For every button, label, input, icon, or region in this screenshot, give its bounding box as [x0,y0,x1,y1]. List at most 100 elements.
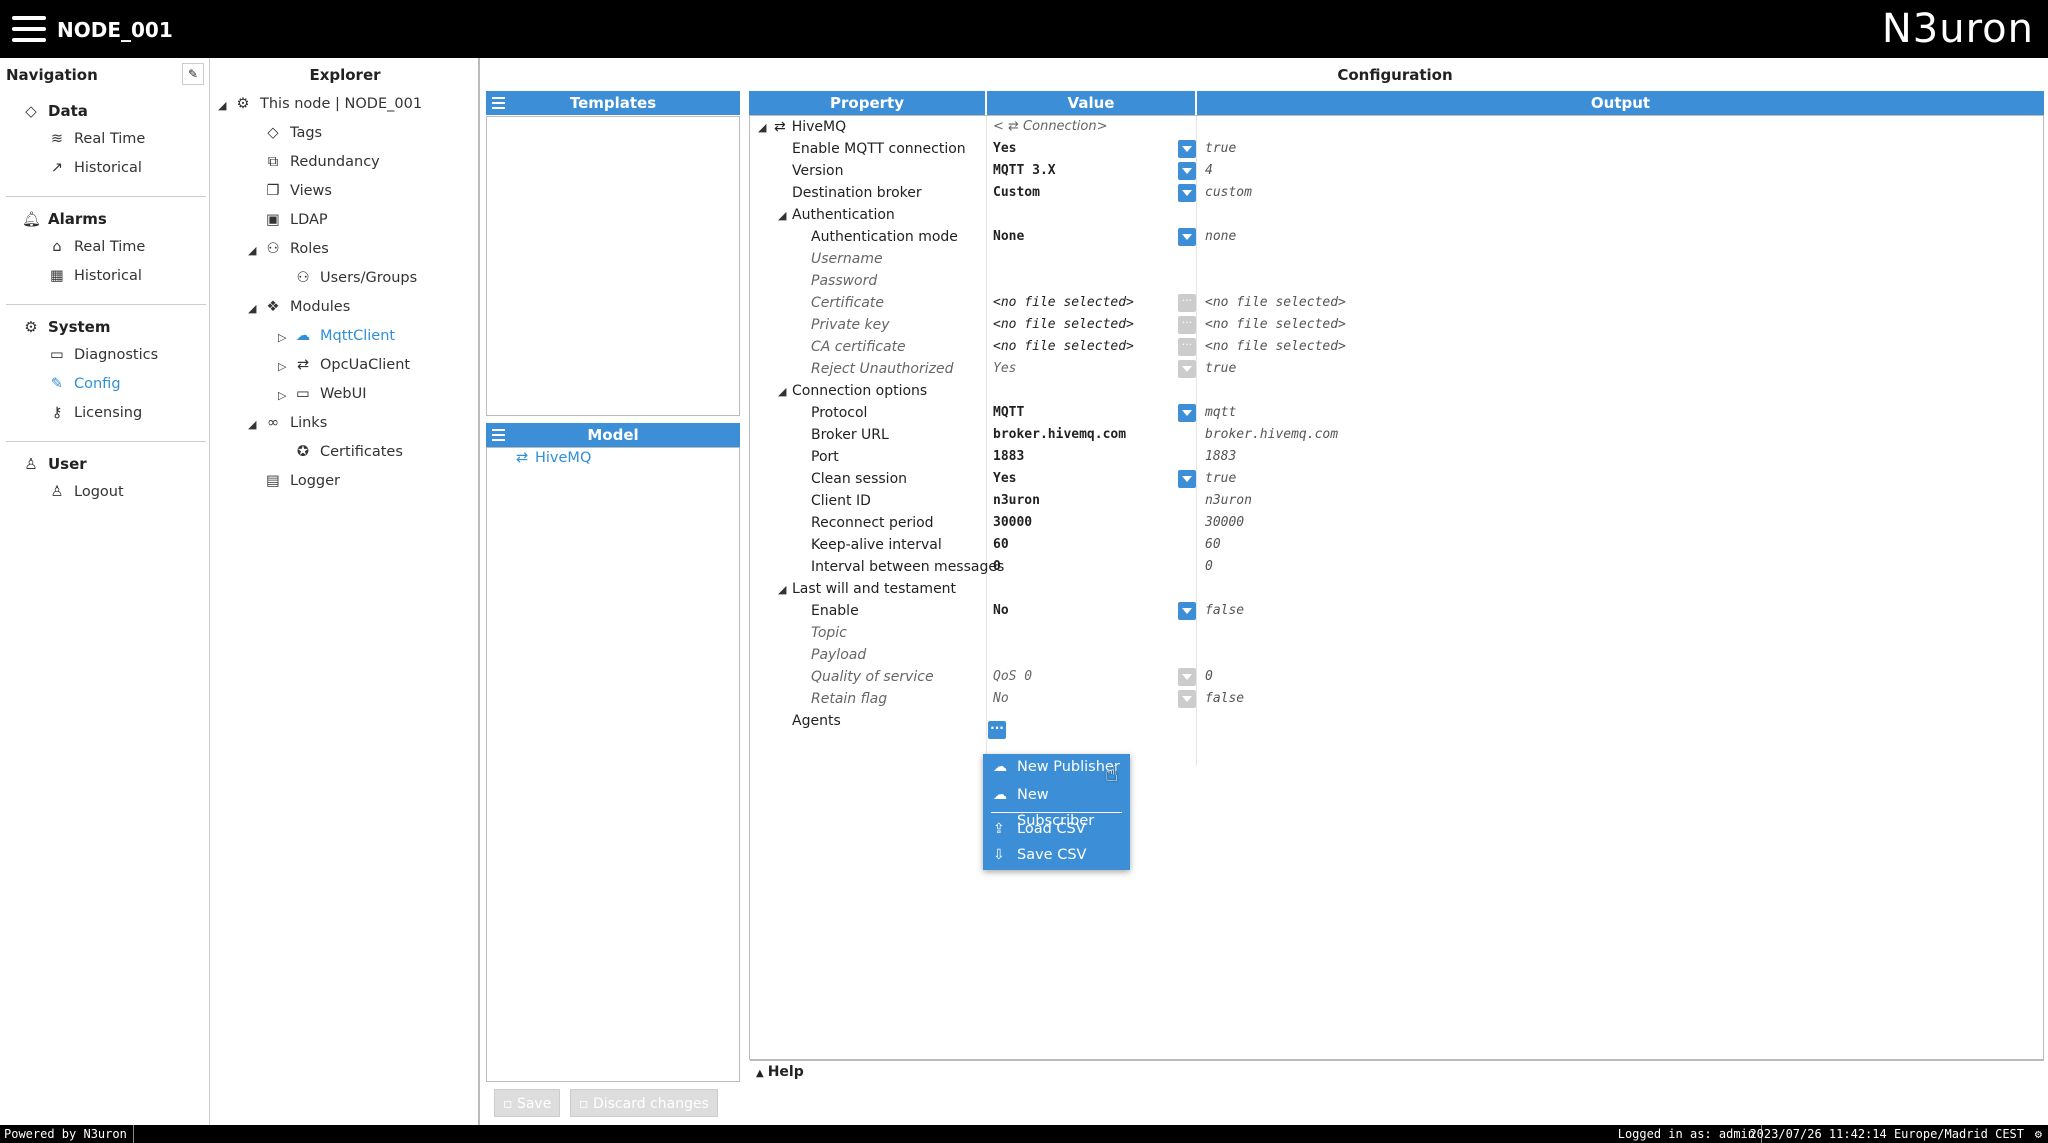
dropdown-icon[interactable] [1178,162,1196,180]
nav-item-data-historical[interactable]: ↗ Historical [48,160,142,176]
collapse-icon[interactable]: ◢ [218,99,226,112]
value-cell[interactable]: <no file selected> [990,314,1200,336]
collapse-icon[interactable]: ◢ [248,302,256,315]
config-row[interactable]: Clean session Yes true [750,468,2043,490]
tree-item-views[interactable]: ❐ Views [264,183,332,199]
config-row[interactable]: Topic [750,622,2043,644]
tree-item-this-node[interactable]: ⚙ This node | NODE_001 [234,96,423,112]
ellipsis-icon[interactable]: ··· [1178,316,1196,334]
value-column-header[interactable]: Value [987,91,1195,115]
discard-changes-button[interactable]: ▫ Discard changes [570,1089,718,1117]
config-row[interactable]: Password [750,270,2043,292]
config-row[interactable]: Reconnect period 30000 30000 [750,512,2043,534]
value-cell[interactable]: Yes [990,138,1200,160]
config-row[interactable]: Retain flag No false [750,688,2043,710]
config-row[interactable]: Version MQTT 3.X 4 [750,160,2043,182]
value-cell[interactable]: Yes [990,468,1200,490]
pin-icon[interactable]: ✎ [182,63,204,85]
save-button[interactable]: ▫ Save [494,1089,561,1117]
nav-item-data-realtime[interactable]: ≋ Real Time [48,131,145,147]
value-cell[interactable]: QoS 0 [990,666,1200,688]
dropdown-icon[interactable] [1178,140,1196,158]
nav-item-logout[interactable]: ♙ Logout [48,484,124,500]
agents-menu-button[interactable]: ··· [988,721,1006,739]
nav-item-licensing[interactable]: ⚷ Licensing [48,405,142,421]
model-item-hivemq[interactable]: ⇄ HiveMQ [513,450,591,466]
ellipsis-icon[interactable]: ··· [1178,338,1196,356]
nav-section-system[interactable]: ⚙ System [22,318,110,336]
value-cell[interactable]: MQTT 3.X [990,160,1200,182]
config-row[interactable]: Quality of service QoS 0 0 [750,666,2043,688]
value-cell[interactable]: <no file selected> [990,336,1200,358]
dropdown-icon[interactable] [1178,228,1196,246]
value-cell[interactable]: None [990,226,1200,248]
nav-section-user[interactable]: ♙ User [22,455,86,473]
menu-item-load-csv[interactable]: ⇪ Load CSV [983,816,1130,842]
config-row-agents[interactable]: Agents [750,710,2043,732]
tree-item-modules[interactable]: ❖ Modules [264,299,351,315]
config-row[interactable]: Reject Unauthorized Yes true [750,358,2043,380]
expand-icon[interactable]: ▷ [278,331,286,344]
config-row[interactable]: Enable MQTT connection Yes true [750,138,2043,160]
output-column-header[interactable]: Output [1197,91,2044,115]
config-group-authentication[interactable]: ◢ Authentication [750,204,2043,226]
nav-item-config[interactable]: ✎ Config [48,376,121,392]
value-cell[interactable]: <no file selected> [990,292,1200,314]
config-group-connection-options[interactable]: ◢ Connection options [750,380,2043,402]
menu-hamburger-icon[interactable] [12,16,46,42]
nav-section-data[interactable]: ◇ Data [22,102,88,120]
tree-item-redundancy[interactable]: ⧉ Redundancy [264,154,380,170]
tree-item-certificates[interactable]: ✪ Certificates [294,444,403,460]
ellipsis-icon[interactable]: ··· [1178,294,1196,312]
tree-item-logger[interactable]: ▤ Logger [264,473,340,489]
config-row[interactable]: Enable No false [750,600,2043,622]
dropdown-icon[interactable] [1178,668,1196,686]
tree-item-webui[interactable]: ▭ WebUI [294,386,366,402]
value-cell[interactable]: No [990,600,1200,622]
value-cell[interactable]: 1883 [990,446,1200,468]
expand-icon[interactable]: ▷ [278,360,286,373]
tree-item-links[interactable]: ∞ Links [264,415,327,431]
config-row[interactable]: Port 1883 1883 [750,446,2043,468]
tree-item-mqttclient[interactable]: ☁ MqttClient [294,328,395,344]
tree-item-opcuaclient[interactable]: ⇄ OpcUaClient [294,357,410,373]
dropdown-icon[interactable] [1178,690,1196,708]
dropdown-icon[interactable] [1178,602,1196,620]
config-row[interactable]: Keep-alive interval 60 60 [750,534,2043,556]
value-cell[interactable]: 60 [990,534,1200,556]
value-cell[interactable]: n3uron [990,490,1200,512]
nav-section-alarms[interactable]: 🔔︎ Alarms [22,210,107,228]
value-cell[interactable]: broker.hivemq.com [990,424,1200,446]
nav-item-diagnostics[interactable]: ▭ Diagnostics [48,347,158,363]
tree-item-roles[interactable]: ⚇ Roles [264,241,329,257]
dropdown-icon[interactable] [1178,404,1196,422]
value-cell[interactable]: MQTT [990,402,1200,424]
tree-item-tags[interactable]: ◇ Tags [264,125,322,141]
expand-icon[interactable]: ▷ [278,389,286,402]
collapse-icon[interactable]: ◢ [248,244,256,257]
config-row[interactable]: Private key <no file selected> ··· <no file… [750,314,2043,336]
config-row[interactable]: Certificate <no file selected> ··· <no file… [750,292,2043,314]
dropdown-icon[interactable] [1178,184,1196,202]
config-row[interactable]: Username [750,248,2043,270]
tree-item-ldap[interactable]: ▣ LDAP [264,212,328,228]
nav-item-alarms-realtime[interactable]: ⌂ Real Time [48,239,145,255]
dropdown-icon[interactable] [1178,470,1196,488]
value-cell[interactable]: 30000 [990,512,1200,534]
model-menu-icon[interactable] [492,429,505,444]
collapse-icon[interactable]: ◢ [248,418,256,431]
config-row-root[interactable]: ◢ ⇄ HiveMQ < ⇄ Connection> [750,116,2043,138]
config-row[interactable]: Interval between messages 0 0 [750,556,2043,578]
property-column-header[interactable]: Property [749,91,985,115]
config-row[interactable]: Payload [750,644,2043,666]
config-group-last-will[interactable]: ◢ Last will and testament [750,578,2043,600]
help-panel[interactable]: ▲ Help [750,1060,2044,1082]
nav-item-alarms-historical[interactable]: ▦ Historical [48,268,142,284]
config-row[interactable]: CA certificate <no file selected> ··· <no f… [750,336,2043,358]
config-row[interactable]: Protocol MQTT mqtt [750,402,2043,424]
value-cell[interactable]: Custom [990,182,1200,204]
templates-menu-icon[interactable] [492,97,505,112]
value-cell[interactable]: Yes [990,358,1200,380]
settings-icon[interactable]: ⚙ [2035,1125,2042,1143]
value-cell[interactable]: No [990,688,1200,710]
